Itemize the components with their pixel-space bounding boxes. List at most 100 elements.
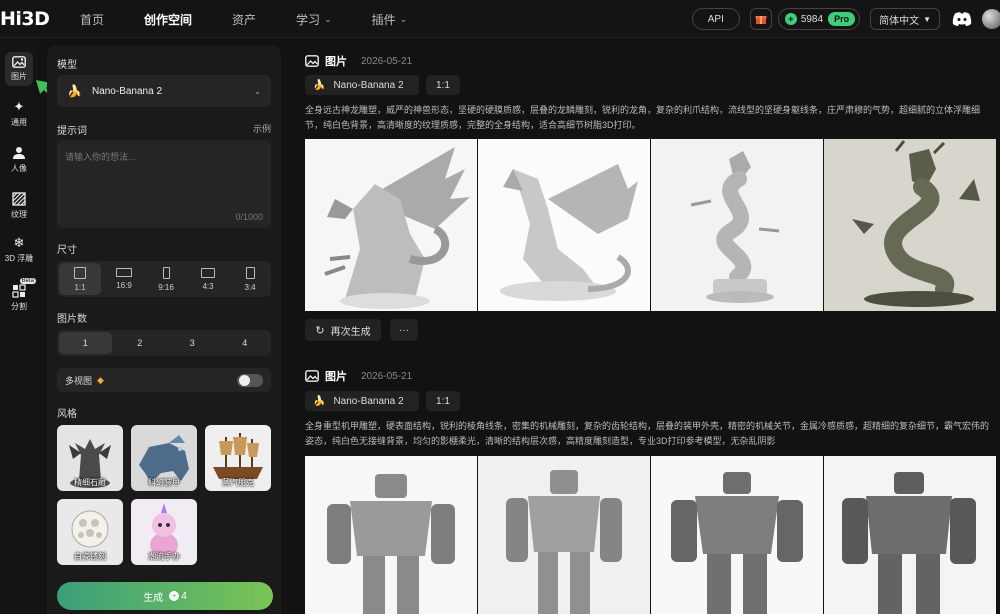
record-ratio-chip: 1:1 (426, 391, 460, 411)
result-image[interactable] (824, 456, 996, 614)
record-prompt: 全身远古神龙雕塑，威严的神兽形态，坚硬的硬膜质感，层叠的龙鳞雕刻，锐利的龙角，复… (305, 105, 981, 130)
ratio-option-1-1[interactable]: 1:1 (59, 263, 101, 295)
count-option-2[interactable]: 2 (114, 330, 167, 356)
style-card-steampunk[interactable]: 蒸汽朋克 (205, 425, 271, 491)
sparkle-icon: ✦ (13, 99, 25, 114)
ratio-label: 3:4 (244, 282, 256, 292)
prompt-input[interactable] (65, 150, 263, 210)
dragon-sculpture-image (852, 140, 980, 307)
rail-item-label: 通用 (11, 118, 27, 127)
nav-plugins[interactable]: 插件 ⌄ (372, 11, 408, 28)
more-options-button[interactable]: ··· (390, 319, 418, 341)
left-rail: 图片 ✦ 通用 人像 纹理 ❄ 3D 浮雕 Beta 分割 (0, 38, 38, 614)
credit-icon: + (784, 13, 797, 25)
relief-icon: ❄ (13, 235, 25, 250)
style-card-toy[interactable]: 潮流手办 (131, 499, 197, 565)
regenerate-label: 再次生成 (330, 326, 371, 338)
top-right-actions: API + 5984 Pro 简体中文 ▼ (691, 6, 1000, 32)
count-option-4[interactable]: 4 (219, 330, 272, 356)
gift-button[interactable] (749, 8, 772, 30)
ratio-option-3-4[interactable]: 3:4 (229, 261, 271, 297)
generate-button[interactable]: 生成 +4 (57, 582, 273, 610)
prompt-counter: 0/1000 (235, 212, 263, 222)
ratio-option-4-3[interactable]: 4:3 (187, 261, 229, 297)
discord-icon[interactable] (952, 11, 972, 27)
prompt-box: 0/1000 (57, 140, 271, 228)
model-select[interactable]: 🍌 Nano-Banana 2 ⌄ (57, 75, 271, 107)
ratio-shape-icon (116, 268, 132, 277)
people-icon (13, 147, 25, 159)
ratio-label: 16:9 (116, 281, 132, 290)
gem-icon: ◆ (97, 374, 104, 385)
rail-item-general[interactable]: ✦ 通用 (0, 99, 38, 128)
refresh-icon: ↻ (315, 324, 325, 337)
ratio-shape-icon (245, 266, 255, 279)
image-row (305, 139, 997, 311)
nav-workspace-label: 创作空间 (144, 12, 193, 27)
size-label: 尺寸 (57, 245, 77, 256)
gift-icon (755, 16, 767, 24)
image-icon (305, 370, 319, 382)
rail-item-image-box: 图片 (5, 52, 33, 86)
count-option-3[interactable]: 3 (166, 330, 219, 356)
ratio-selector: 1:1 16:9 9:16 4:3 3:4 (57, 261, 271, 297)
ratio-option-9-16[interactable]: 9:16 (145, 261, 187, 297)
dragon-sculpture-image (324, 147, 470, 309)
result-image[interactable] (651, 139, 823, 311)
result-image[interactable] (651, 456, 823, 614)
rail-item-split[interactable]: Beta 分割 (0, 278, 38, 312)
credit-icon: + (169, 591, 180, 601)
generate-label: 生成 (143, 592, 164, 604)
ratio-label: 1:1 (74, 282, 86, 292)
multiview-row: 多视图 ◆ (57, 368, 271, 392)
model-select-value: Nano-Banana 2 (91, 85, 163, 97)
rail-item-label: 3D 浮雕 (4, 254, 34, 263)
record-model: Nano-Banana 2 (333, 79, 404, 91)
nav-home[interactable]: 首页 (80, 11, 104, 28)
ratio-shape-icon (162, 266, 170, 279)
texture-icon (12, 192, 26, 206)
style-card-scifi-armor[interactable]: 科幻装甲 (131, 425, 197, 491)
multiview-toggle[interactable] (237, 374, 263, 387)
record-date: 2026-05-21 (361, 55, 413, 67)
image-icon (12, 56, 26, 68)
language-select[interactable]: 简体中文 ▼ (870, 8, 940, 30)
prompt-label: 提示词 (57, 126, 87, 137)
result-image[interactable] (478, 456, 650, 614)
count-option-1[interactable]: 1 (59, 332, 112, 354)
rail-item-image[interactable]: 图片 (0, 52, 38, 86)
record-ratio-chip: 1:1 (426, 75, 460, 95)
style-card-stone[interactable]: 精细石雕 (57, 425, 123, 491)
image-icon (305, 55, 319, 67)
result-image[interactable] (478, 139, 650, 311)
rail-item-texture[interactable]: 纹理 (0, 192, 38, 220)
mech-sculpture-image (506, 470, 622, 614)
style-card-porcelain[interactable]: 白瓷镂刻 (57, 499, 123, 565)
rail-item-label: 人像 (11, 164, 27, 173)
rail-item-portrait[interactable]: 人像 (0, 146, 38, 174)
nav-workspace[interactable]: 创作空间 (144, 11, 192, 28)
api-button[interactable]: API (691, 8, 740, 30)
banana-icon: 🍌 (67, 84, 82, 98)
ratio-option-16-9[interactable]: 16:9 (103, 261, 145, 297)
nav-home-label: 首页 (80, 12, 105, 27)
regenerate-button[interactable]: ↻ 再次生成 (305, 319, 381, 341)
nav-learn[interactable]: 学习 ⌄ (296, 11, 332, 28)
result-image[interactable] (305, 456, 477, 614)
credits-badge[interactable]: + 5984 Pro (777, 8, 861, 30)
top-bar: Hi3D 首页 创作空间 资产 学习 ⌄ 插件 ⌄ API + 5984 Pro 简… (0, 0, 1000, 38)
avatar[interactable] (982, 9, 1000, 29)
app-logo[interactable]: Hi3D (0, 8, 50, 30)
chevron-down-icon: ⌄ (399, 13, 408, 24)
style-label: 风格 (57, 409, 77, 420)
result-image[interactable] (824, 139, 996, 311)
image-count-label: 图片数 (57, 314, 87, 325)
rail-item-label: 分割 (11, 302, 27, 311)
record-type: 图片 (325, 371, 347, 383)
result-image[interactable] (305, 139, 477, 311)
record-prompt: 全身重型机甲雕塑，硬表面结构，锐利的棱角线条，密集的机械雕刻，复杂的齿轮结构，层… (305, 421, 990, 446)
example-link[interactable]: 示例 (253, 122, 271, 135)
rail-item-relief[interactable]: ❄ 3D 浮雕 (0, 235, 38, 264)
mech-sculpture-image (842, 472, 976, 614)
nav-assets[interactable]: 资产 (232, 11, 256, 28)
